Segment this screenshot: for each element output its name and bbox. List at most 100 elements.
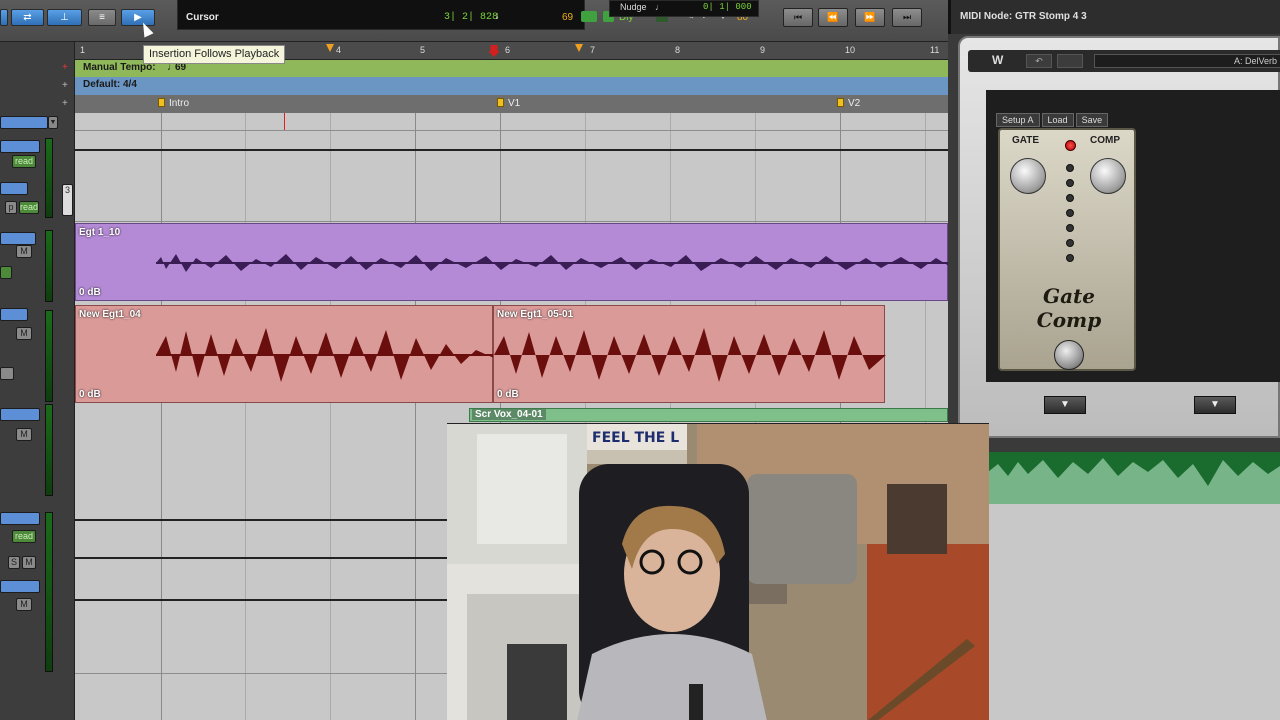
main-counter: Cursor 3| 2| 828 ♩ 69 Dly ✎ ♪ ▼ 80 xyxy=(177,0,748,30)
automation-mode-4[interactable] xyxy=(0,367,14,380)
fast-forward-button[interactable]: ⏩ xyxy=(855,8,885,27)
shuffle-mode-button[interactable]: ⇄ xyxy=(11,9,44,26)
load-button[interactable]: Load xyxy=(1041,113,1074,127)
automation-read-6[interactable]: read xyxy=(12,530,36,543)
led-meter-dot xyxy=(1066,209,1074,217)
track-name-5[interactable] xyxy=(0,408,40,421)
counter-value[interactable]: 3| 2| 828 xyxy=(444,12,498,23)
audio-clip[interactable]: Egt 1_10 0 dB xyxy=(75,223,948,301)
nudge-value[interactable]: 0| 1| 000 xyxy=(703,2,752,12)
track-name-1[interactable] xyxy=(0,140,40,153)
insertion-follows-playback-button[interactable]: ▶ xyxy=(121,9,155,26)
save-button[interactable]: Save xyxy=(1075,113,1109,127)
plugin-window-titlebar[interactable]: MIDI Node: GTR Stomp 4 3 xyxy=(948,0,1280,34)
gate-knob[interactable] xyxy=(1010,158,1046,194)
rewind-button[interactable]: ⏪ xyxy=(818,8,848,27)
mute-button-4[interactable]: M xyxy=(16,327,32,340)
marker-label[interactable]: V1 xyxy=(508,98,520,109)
slot-menu-button[interactable]: ▼ xyxy=(1044,396,1086,414)
waveform xyxy=(494,328,886,382)
loop-end-flag-icon[interactable] xyxy=(575,44,583,52)
playlist-button[interactable]: p xyxy=(5,201,17,214)
pro-tools-screen: ⇄ ⊥ ≡ ▶ Cursor 3| 2| 828 ♩ 69 Dly ✎ ♪ ▼ … xyxy=(0,0,1280,720)
mute-button-7[interactable]: M xyxy=(16,598,32,611)
lane-separator xyxy=(75,221,948,222)
marker-label[interactable]: Intro xyxy=(169,98,189,109)
zoom-button[interactable] xyxy=(0,9,8,26)
led-meter-dot xyxy=(1066,164,1074,172)
mute-button-5[interactable]: M xyxy=(16,428,32,441)
slot-menu-button[interactable]: ▼ xyxy=(1194,396,1236,414)
plugin-header: W ↶ A: DelVerb xyxy=(968,50,1280,72)
bar-number: 9 xyxy=(760,45,766,55)
nudge-note-icon: ♩ xyxy=(655,2,664,12)
track-name-3[interactable] xyxy=(0,232,36,245)
led-meter-dot xyxy=(1066,239,1074,247)
gridline xyxy=(415,113,416,720)
meter-label: Default: 4/4 xyxy=(83,79,137,90)
clip-gain[interactable]: 0 dB xyxy=(79,389,101,400)
pedal-preset-bar: Setup A Load Save xyxy=(996,110,1134,127)
marker-expand-icon[interactable]: + xyxy=(62,98,68,109)
webcam-overlay: FEEL THE L xyxy=(447,423,989,720)
audio-clip[interactable]: New Egt1_04 0 dB xyxy=(75,305,494,403)
audio-clip[interactable]: New Egt1_05-01 0 dB xyxy=(493,305,886,403)
marker-flag-icon[interactable] xyxy=(837,98,844,107)
automation-read-3[interactable] xyxy=(0,266,12,279)
comp-knob[interactable] xyxy=(1090,158,1126,194)
mute-button-6[interactable]: M xyxy=(22,556,36,569)
gridline xyxy=(245,113,246,720)
bar-number: 4 xyxy=(336,45,342,55)
counter-label: Cursor xyxy=(186,12,219,23)
setup-button[interactable]: Setup A xyxy=(996,113,1040,127)
solo-button-6[interactable]: S xyxy=(8,556,20,569)
tempo-readout[interactable]: 69 xyxy=(562,12,573,23)
return-to-zero-button[interactable]: ⏮ xyxy=(783,8,813,27)
bar-number: 6 xyxy=(505,45,511,55)
undo-button[interactable]: ↶ xyxy=(1026,54,1052,68)
clip-gain[interactable]: 0 dB xyxy=(497,389,519,400)
playhead-marker-icon[interactable] xyxy=(488,45,500,57)
marker-flag-icon[interactable] xyxy=(158,98,165,107)
clip-name: Egt 1_10 xyxy=(79,227,121,238)
clip-gain[interactable]: 0 dB xyxy=(79,287,101,298)
preset-name[interactable]: A: DelVerb xyxy=(1094,54,1280,68)
edit-window-continued xyxy=(988,504,1280,720)
waveform xyxy=(76,328,494,382)
loop-start-flag-icon[interactable] xyxy=(326,44,334,52)
note-icon: ♩ xyxy=(495,10,506,22)
waveform xyxy=(76,254,948,272)
nudge-box[interactable]: Nudge ♩ 0| 1| 000 xyxy=(609,0,759,17)
ruler-expand-icon[interactable]: + xyxy=(62,62,68,73)
go-to-end-button[interactable]: ⏭ xyxy=(892,8,922,27)
marker-label[interactable]: V2 xyxy=(848,98,860,109)
track-meter-3 xyxy=(45,230,53,302)
audio-clip[interactable]: Scr Vox_04-01 xyxy=(469,408,948,422)
pedal-name: Gate Comp xyxy=(1036,284,1102,332)
redo-button[interactable] xyxy=(1057,54,1083,68)
marker-ruler[interactable]: Intro V1 V2 xyxy=(75,95,948,113)
track-meter-4 xyxy=(45,310,53,402)
midi-keyboard-icon[interactable] xyxy=(581,11,597,22)
bar-number: 8 xyxy=(675,45,681,55)
led-icon xyxy=(1065,140,1076,151)
automation-read-1[interactable]: read xyxy=(12,155,36,168)
track-view-selector[interactable] xyxy=(0,116,48,129)
list-view-icon[interactable]: ≡ xyxy=(88,9,116,26)
footswitch-button[interactable] xyxy=(1054,340,1084,370)
tooltip: Insertion Follows Playback xyxy=(143,45,286,64)
mute-button-3[interactable]: M xyxy=(16,245,32,258)
track-name-2[interactable] xyxy=(0,182,28,195)
automation-read-2[interactable]: read xyxy=(19,201,39,214)
track-name-7[interactable] xyxy=(0,580,40,593)
meter-ruler[interactable]: Default: 4/4 xyxy=(75,77,948,95)
track-menu-icon[interactable]: ▼ xyxy=(48,116,58,129)
track-name-6[interactable] xyxy=(0,512,40,525)
poster-text: FEEL THE L xyxy=(592,430,679,446)
clip-name: New Egt1_04 xyxy=(79,309,141,320)
track-name-4[interactable] xyxy=(0,308,28,321)
marker-flag-icon[interactable] xyxy=(497,98,504,107)
plugin-rack: Setup A Load Save GATE COMP Gate Comp xyxy=(986,90,1280,382)
grid-mode-button[interactable]: ⊥ xyxy=(47,9,82,26)
meter-expand-icon[interactable]: + xyxy=(62,80,68,91)
